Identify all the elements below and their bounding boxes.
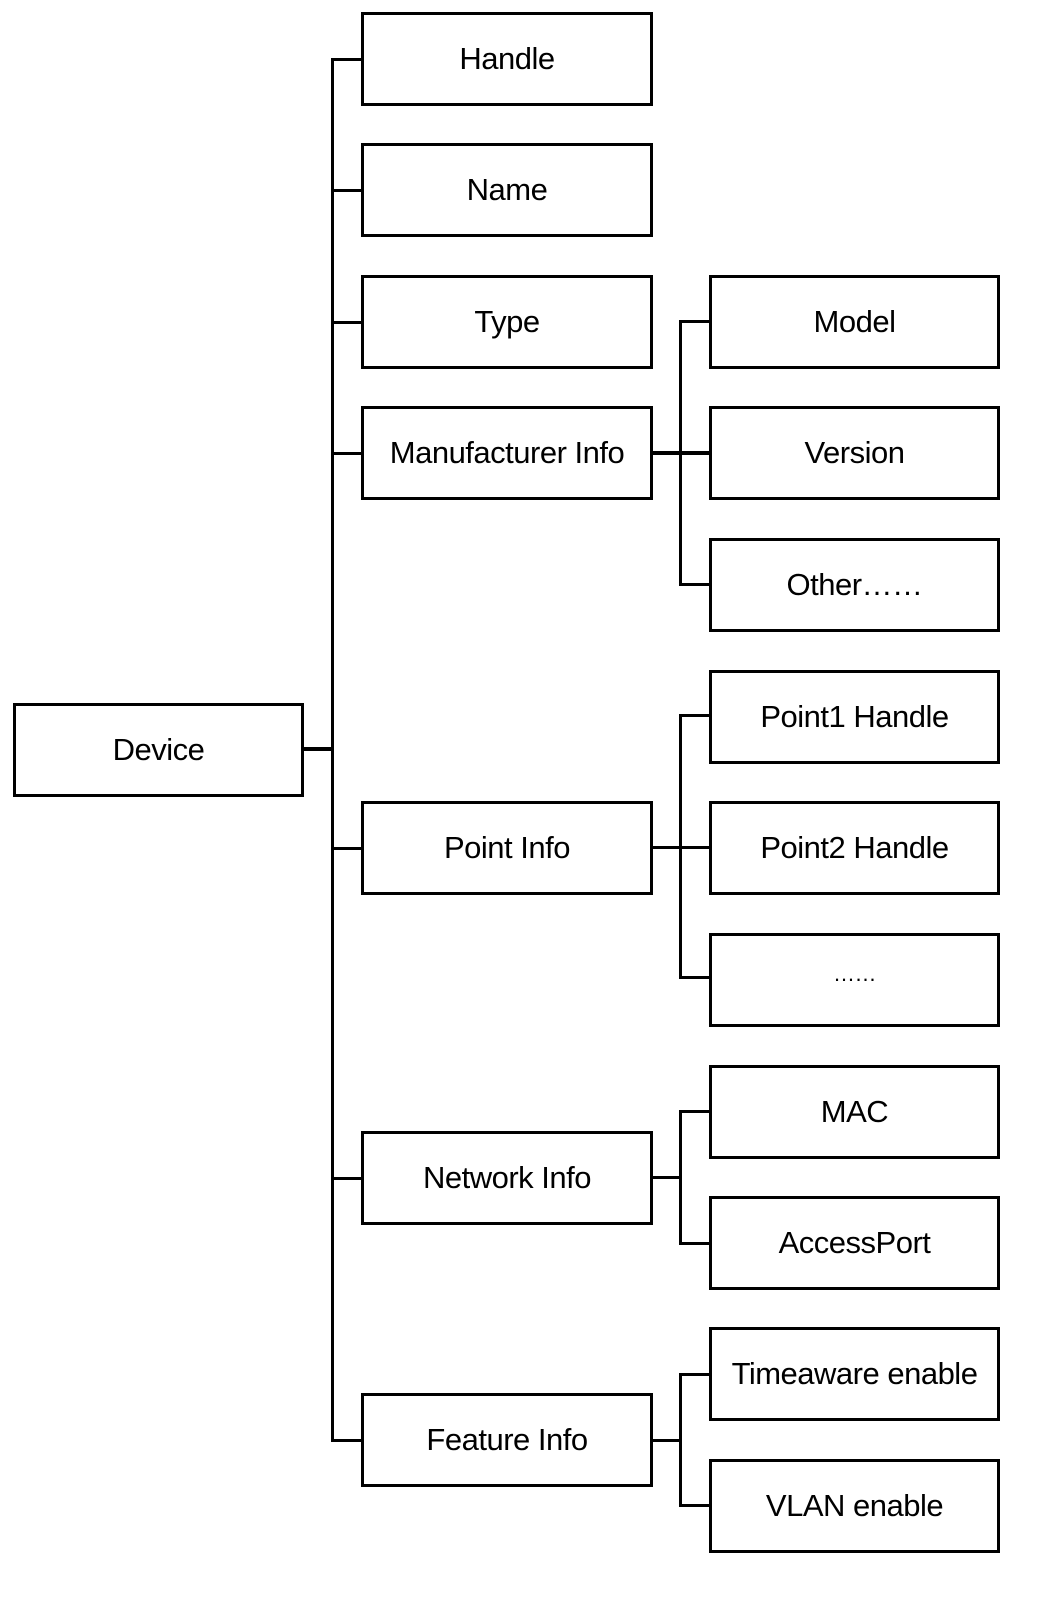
connector-trunk-network xyxy=(679,1110,682,1245)
connector-trunk-main xyxy=(331,58,334,1442)
connector-network xyxy=(331,1177,362,1180)
node-accessport: AccessPort xyxy=(709,1196,1000,1290)
connector-type xyxy=(331,321,362,324)
node-point1-handle: Point1 Handle xyxy=(709,670,1000,764)
connector-trunk-feature xyxy=(679,1373,682,1507)
connector-point xyxy=(331,847,362,850)
connector-mac xyxy=(679,1110,710,1113)
node-model: Model xyxy=(709,275,1000,369)
node-type: Type xyxy=(361,275,653,369)
node-label: Feature Info xyxy=(426,1422,588,1457)
node-label: Point2 Handle xyxy=(760,830,949,865)
connector-timeaware xyxy=(679,1373,710,1376)
connector-model xyxy=(679,320,710,323)
connector-point1 xyxy=(679,714,710,717)
node-network-info: Network Info xyxy=(361,1131,653,1225)
node-manufacturer-info: Manufacturer Info xyxy=(361,406,653,500)
connector-root xyxy=(303,747,334,751)
node-label: Name xyxy=(466,172,548,207)
node-label: Point1 Handle xyxy=(760,699,949,734)
node-name: Name xyxy=(361,143,653,237)
node-label: Timeaware enable xyxy=(731,1356,978,1391)
node-label: AccessPort xyxy=(778,1225,931,1260)
connector-name xyxy=(331,189,362,192)
connector-vlan xyxy=(679,1504,710,1507)
connector-feature xyxy=(331,1439,362,1442)
connector-handle xyxy=(331,58,362,61)
node-mac: MAC xyxy=(709,1065,1000,1159)
connector-other xyxy=(679,583,710,586)
node-label: Device xyxy=(112,732,205,767)
node-other: Other…… xyxy=(709,538,1000,632)
node-point-more: …… xyxy=(709,933,1000,1027)
node-point2-handle: Point2 Handle xyxy=(709,801,1000,895)
node-label: Network Info xyxy=(422,1160,592,1195)
node-vlan-enable: VLAN enable xyxy=(709,1459,1000,1553)
node-point-info: Point Info xyxy=(361,801,653,895)
node-label: Manufacturer Info xyxy=(389,435,625,470)
node-label: Model xyxy=(813,304,896,339)
node-feature-info: Feature Info xyxy=(361,1393,653,1487)
connector-point-more xyxy=(679,976,710,979)
node-label: Version xyxy=(804,435,905,470)
node-device: Device xyxy=(13,703,304,797)
node-timeaware-enable: Timeaware enable xyxy=(709,1327,1000,1421)
node-handle: Handle xyxy=(361,12,653,106)
connector-trunk-point xyxy=(679,714,682,979)
node-label: Handle xyxy=(459,41,555,76)
node-label: Other…… xyxy=(786,567,923,602)
connector-accessport xyxy=(679,1242,710,1245)
node-label: MAC xyxy=(820,1094,889,1129)
node-label: Point Info xyxy=(444,830,570,865)
node-version: Version xyxy=(709,406,1000,500)
connector-trunk-manufacturer xyxy=(679,320,682,586)
node-label: Type xyxy=(474,304,540,339)
node-label: …… xyxy=(833,961,877,986)
connector-manufacturer xyxy=(331,452,362,455)
connector-network-out xyxy=(652,1176,682,1179)
node-label: VLAN enable xyxy=(765,1488,944,1523)
connector-feature-out xyxy=(652,1439,682,1442)
